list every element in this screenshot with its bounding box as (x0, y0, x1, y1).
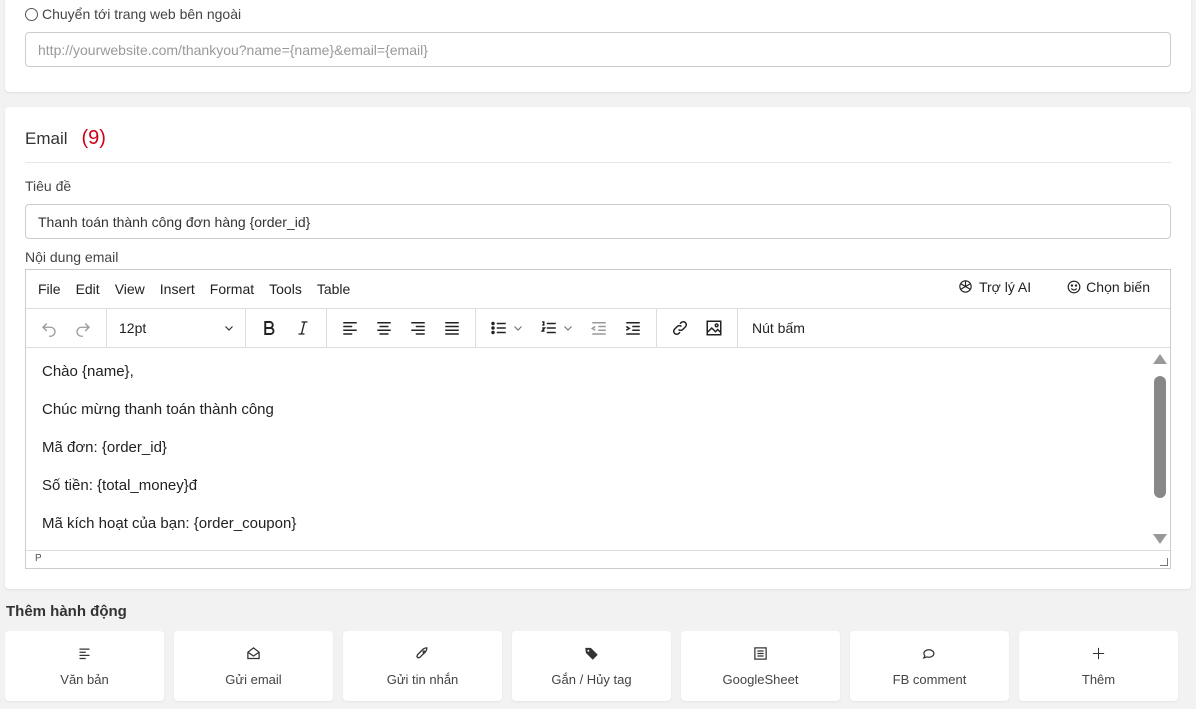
menu-view[interactable]: View (109, 281, 151, 297)
redirect-label: Chuyển tới trang web bên ngoài (42, 6, 242, 22)
chevron-down-icon (564, 326, 572, 331)
content-line: Chào {name}, (42, 363, 134, 380)
element-path: P (35, 553, 42, 564)
action-label: Gửi email (225, 671, 282, 687)
editor-toolbar: 12pt Nút bấm (26, 308, 1170, 348)
redirect-card: Chuyển tới trang web bên ngoài (5, 0, 1191, 92)
content-line: Mã kích hoạt của bạn: {order_coupon} (42, 515, 297, 532)
font-size-select[interactable]: 12pt (113, 320, 239, 336)
bullet-list-icon (491, 321, 506, 335)
email-card: Email (9) Tiêu đề Nội dung email File Ed… (5, 107, 1191, 589)
choose-variable-button[interactable]: Chọn biến (1067, 279, 1150, 295)
resize-handle[interactable] (1160, 558, 1168, 566)
email-section-title: Email (9) (25, 127, 106, 150)
menu-insert[interactable]: Insert (154, 281, 201, 297)
numbered-list-button[interactable] (532, 313, 582, 343)
redo-button[interactable] (66, 313, 100, 343)
action-label: Gắn / Hủy tag (551, 671, 632, 687)
editor-scrollbar[interactable] (1152, 352, 1168, 546)
align-justify-icon (445, 322, 459, 335)
action-label: GoogleSheet (722, 671, 799, 687)
content-line: Chúc mừng thanh toán thành công (42, 401, 274, 418)
align-center-icon (377, 322, 391, 335)
align-left-button[interactable] (333, 313, 367, 343)
bold-icon (264, 321, 275, 335)
tag-icon (585, 647, 598, 660)
redirect-radio[interactable] (25, 7, 38, 21)
rich-text-editor: File Edit View Insert Format Tools Table… (25, 269, 1171, 569)
action-label: Thêm (1081, 671, 1116, 687)
insert-image-button[interactable] (697, 313, 731, 343)
subject-input[interactable] (25, 204, 1171, 239)
plus-icon (1092, 647, 1105, 659)
scroll-down-arrow[interactable] (1153, 534, 1167, 544)
ai-assistant-button[interactable]: Trợ lý AI (957, 278, 1031, 295)
outdent-button[interactable] (582, 313, 616, 343)
comments-icon (922, 648, 935, 659)
editor-statusbar: P (26, 550, 1170, 568)
align-justify-button[interactable] (435, 313, 469, 343)
envelope-open-icon (247, 646, 260, 659)
add-text-action[interactable]: Văn bản (5, 631, 164, 701)
redo-icon (76, 323, 90, 337)
smiley-icon (1067, 280, 1081, 293)
add-more-action[interactable]: Thêm (1019, 631, 1178, 701)
image-icon (706, 320, 722, 336)
email-step-number: (9) (81, 127, 106, 149)
italic-icon (298, 321, 308, 335)
rocket-icon (416, 646, 428, 659)
menu-tools[interactable]: Tools (263, 281, 308, 297)
align-center-button[interactable] (367, 313, 401, 343)
editor-content-area[interactable]: Chào {name}, Chúc mừng thanh toán thành … (26, 348, 1170, 550)
chevron-down-icon (225, 326, 233, 331)
insert-button-tool[interactable]: Nút bấm (744, 320, 813, 336)
add-fb-comment-action[interactable]: FB comment (850, 631, 1009, 701)
ai-assistant-label: Trợ lý AI (978, 278, 1032, 295)
insert-link-button[interactable] (663, 313, 697, 343)
text-align-icon (79, 648, 90, 659)
editor-menubar: File Edit View Insert Format Tools Table… (26, 270, 1170, 309)
add-tag-action[interactable]: Gắn / Hủy tag (512, 631, 671, 701)
align-left-icon (343, 322, 357, 335)
body-label: Nội dung email (25, 249, 119, 265)
indent-icon (625, 322, 640, 335)
scroll-up-arrow[interactable] (1153, 354, 1167, 364)
indent-button[interactable] (616, 313, 650, 343)
outdent-icon (590, 322, 606, 335)
menu-table[interactable]: Table (311, 281, 356, 297)
font-size-value: 12pt (119, 320, 147, 336)
undo-icon (42, 323, 56, 337)
italic-button[interactable] (286, 313, 320, 343)
bullet-list-button[interactable] (482, 313, 532, 343)
action-label: FB comment (892, 671, 967, 687)
align-right-button[interactable] (401, 313, 435, 343)
scroll-thumb[interactable] (1154, 376, 1166, 498)
sheet-icon (754, 646, 767, 660)
undo-button[interactable] (32, 313, 66, 343)
content-line: Mã đơn: {order_id} (42, 439, 167, 456)
add-googlesheet-action[interactable]: GoogleSheet (681, 631, 840, 701)
subject-label: Tiêu đề (25, 178, 72, 194)
email-title: Email (25, 129, 68, 148)
choose-variable-label: Chọn biến (1086, 278, 1150, 295)
openai-icon (959, 280, 972, 293)
section-divider (25, 162, 1171, 163)
action-list: Văn bản Gửi email Gửi tin nhắn Gắn / Hủy… (5, 631, 1181, 701)
bold-button[interactable] (252, 313, 286, 343)
menu-format[interactable]: Format (204, 281, 260, 297)
action-label: Văn bản (60, 671, 109, 687)
align-right-icon (411, 322, 425, 335)
add-action-title: Thêm hành động (6, 603, 127, 620)
chevron-down-icon (514, 326, 522, 331)
redirect-url-input[interactable] (25, 32, 1171, 67)
numbered-list-icon (540, 321, 556, 334)
add-email-action[interactable]: Gửi email (174, 631, 333, 701)
redirect-radio-option[interactable]: Chuyển tới trang web bên ngoài (25, 6, 241, 22)
menu-file[interactable]: File (32, 281, 67, 297)
add-message-action[interactable]: Gửi tin nhắn (343, 631, 502, 701)
action-label: Gửi tin nhắn (386, 671, 459, 687)
menu-edit[interactable]: Edit (70, 281, 106, 297)
content-line: Số tiền: {total_money}đ (42, 477, 198, 494)
link-icon (672, 320, 688, 336)
